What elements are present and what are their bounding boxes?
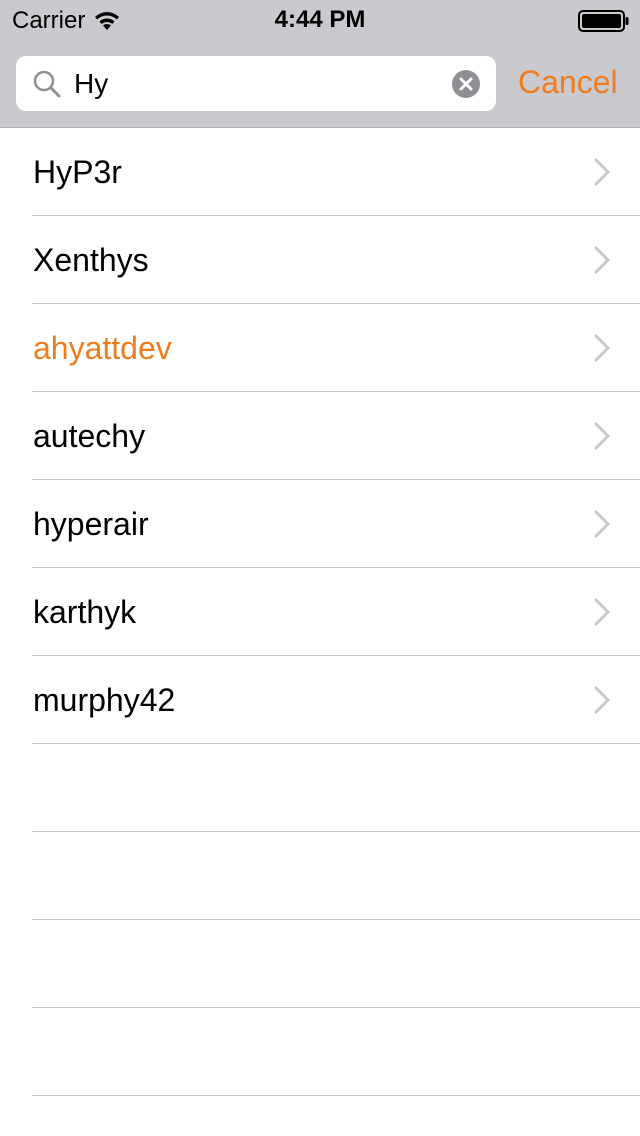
result-label: murphy42 — [33, 682, 176, 718]
search-icon — [33, 70, 61, 98]
chevron-right-icon — [594, 422, 610, 450]
result-row[interactable]: Xenthys — [0, 216, 640, 304]
result-row[interactable]: HyP3r — [0, 128, 640, 216]
result-row[interactable]: autechy — [0, 392, 640, 480]
result-label: hyperair — [33, 506, 149, 542]
status-bar: Carrier 4:44 PM — [0, 0, 640, 40]
chevron-right-icon — [594, 158, 610, 186]
results-list: HyP3r Xenthys ahyattdev autechy hyperair kart… — [0, 128, 640, 1096]
chevron-right-icon — [594, 510, 610, 538]
result-label: Xenthys — [33, 242, 149, 278]
result-row[interactable]: hyperair — [0, 480, 640, 568]
clear-icon[interactable] — [452, 70, 480, 98]
result-row[interactable]: karthyk — [0, 568, 640, 656]
cancel-button[interactable]: Cancel — [518, 62, 618, 102]
result-label: HyP3r — [33, 154, 122, 190]
result-label: ahyattdev — [33, 330, 172, 366]
chevron-right-icon — [594, 334, 610, 362]
empty-row — [0, 1008, 640, 1096]
battery-icon — [578, 10, 629, 32]
chevron-right-icon — [594, 598, 610, 626]
chevron-right-icon — [594, 246, 610, 274]
empty-row — [0, 832, 640, 920]
result-label: autechy — [33, 418, 146, 454]
search-field[interactable] — [16, 56, 496, 111]
search-header: Carrier 4:44 PM Cancel — [0, 0, 640, 128]
search-input[interactable] — [74, 56, 444, 111]
result-row[interactable]: ahyattdev — [0, 304, 640, 392]
empty-row — [0, 920, 640, 1008]
status-time: 4:44 PM — [274, 6, 366, 33]
result-label: karthyk — [33, 594, 137, 630]
result-row[interactable]: murphy42 — [0, 656, 640, 744]
chevron-right-icon — [594, 686, 610, 714]
empty-row — [0, 744, 640, 832]
